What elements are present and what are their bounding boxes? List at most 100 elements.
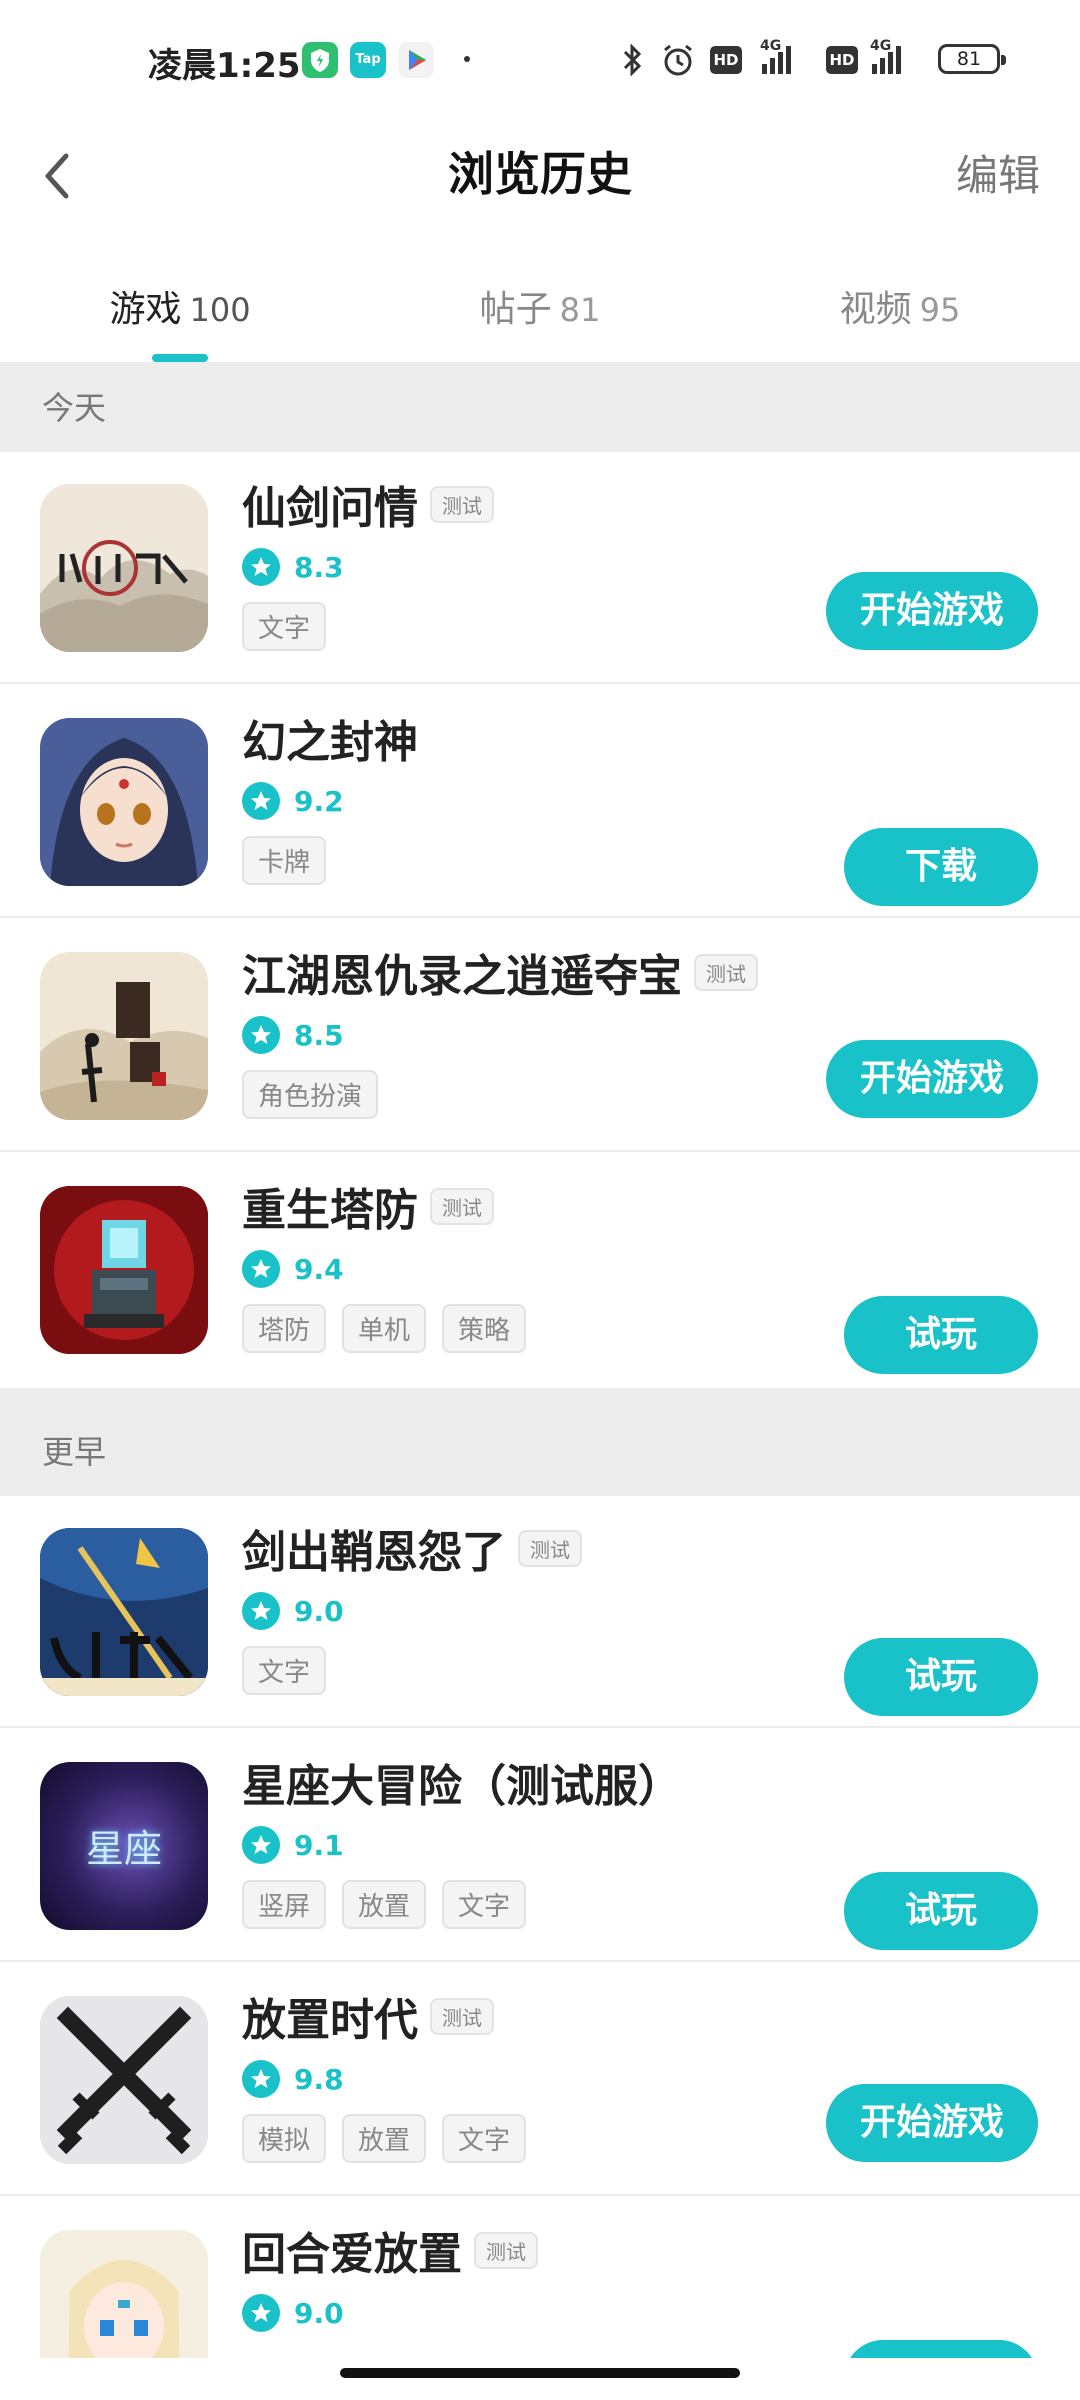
section-header-today: 今天 [0, 364, 1080, 452]
game-row[interactable]: 江湖恩仇录之逍遥夺宝 测试 8.5 角色扮演 开始游戏 [0, 920, 1080, 1152]
game-thumbnail [40, 1996, 208, 2164]
section-header-earlier: 更早 [0, 1388, 1080, 1496]
tab-label: 视频 [839, 289, 912, 330]
game-name: 重生塔防 [242, 1185, 418, 1236]
tab-bar: 游戏 100 帖子 81 视频 95 [0, 250, 1080, 364]
hd-icon: HD [710, 46, 742, 74]
star-icon [242, 1592, 280, 1630]
try-play-button[interactable]: 试玩 [844, 1296, 1038, 1374]
notification-dot [464, 56, 470, 62]
genre-tag[interactable]: 塔防 [242, 1304, 327, 1353]
game-thumbnail [40, 1186, 208, 1354]
tab-label: 游戏 [109, 289, 182, 330]
rating-score: 9.2 [294, 784, 344, 818]
genre-tag[interactable]: 角色扮演 [242, 1070, 379, 1119]
crossed-swords-icon [40, 1996, 208, 2164]
game-thumbnail: 星座 [40, 1762, 208, 1930]
active-tab-indicator [152, 354, 208, 362]
taptap-app-icon: Tap [350, 42, 386, 78]
edit-button[interactable]: 编辑 [956, 142, 1040, 203]
rating-score: 8.3 [294, 550, 344, 584]
game-thumbnail [40, 952, 208, 1120]
game-name: 剑出鞘恩怨了 [242, 1527, 506, 1578]
status-bar: 凌晨1:25 Tap HD 4G HD 4G 81 [0, 0, 1080, 120]
star-icon [242, 1826, 280, 1864]
star-icon [242, 1250, 280, 1288]
game-name: 放置时代 [242, 1995, 418, 2046]
game-row[interactable]: 幻之封神 9.2 卡牌 下载 [0, 686, 1080, 918]
test-badge: 测试 [518, 1529, 582, 1567]
tab-games[interactable]: 游戏 100 [0, 280, 360, 332]
game-row[interactable]: 重生塔防 测试 9.4 塔防 单机 策略 试玩 [0, 1154, 1080, 1386]
tab-videos[interactable]: 视频 95 [720, 280, 1080, 332]
game-thumbnail [40, 484, 208, 652]
star-icon [242, 2294, 280, 2332]
start-game-button[interactable]: 开始游戏 [826, 2084, 1038, 2162]
start-game-button[interactable]: 开始游戏 [826, 1040, 1038, 1118]
tab-label: 帖子 [479, 289, 552, 330]
battery-icon: 81 [938, 44, 1006, 74]
shield-app-icon [302, 42, 338, 78]
game-row[interactable]: 剑出鞘恩怨了 测试 9.0 文字 试玩 [0, 1496, 1080, 1728]
test-badge: 测试 [430, 1997, 494, 2035]
signal-icon-2 [872, 44, 901, 74]
genre-tag[interactable]: 文字 [442, 1880, 527, 1929]
game-thumbnail [40, 718, 208, 886]
genre-tag[interactable]: 单机 [342, 1304, 427, 1353]
game-thumbnail [40, 2230, 208, 2358]
genre-tag[interactable]: 文字 [242, 1646, 327, 1695]
genre-tag[interactable]: 放置 [342, 1880, 427, 1929]
status-time: 凌晨1:25 [148, 46, 301, 86]
star-icon [242, 2060, 280, 2098]
star-icon [242, 1016, 280, 1054]
genre-tag[interactable]: 卡牌 [242, 836, 327, 885]
genre-tag[interactable]: 文字 [442, 2114, 527, 2163]
game-name: 江湖恩仇录之逍遥夺宝 [242, 951, 682, 1002]
game-name: 幻之封神 [242, 717, 418, 768]
header: 浏览历史 编辑 [0, 120, 1080, 230]
rating-score: 9.8 [294, 2062, 344, 2096]
tab-count: 100 [189, 291, 251, 329]
page-title: 浏览历史 [448, 147, 632, 201]
rating-score: 9.1 [294, 1828, 344, 1862]
rating-score: 9.0 [294, 2296, 344, 2330]
test-badge: 测试 [430, 1187, 494, 1225]
tab-posts[interactable]: 帖子 81 [360, 280, 720, 332]
signal-icon [762, 44, 791, 74]
nav-bar-area [0, 2358, 1080, 2400]
try-play-button[interactable]: 试玩 [844, 1872, 1038, 1950]
alarm-icon [660, 40, 696, 80]
genre-tag[interactable]: 文字 [242, 602, 327, 651]
game-row[interactable]: 仙剑问情 测试 8.3 文字 开始游戏 [0, 452, 1080, 684]
game-name: 回合爱放置 [242, 2229, 462, 2280]
try-play-button[interactable]: 试玩 [844, 1638, 1038, 1716]
star-icon [242, 548, 280, 586]
start-game-button[interactable]: 开始游戏 [826, 572, 1038, 650]
home-indicator[interactable] [340, 2368, 740, 2378]
bluetooth-icon [620, 40, 644, 80]
genre-tag[interactable]: 竖屏 [242, 1880, 327, 1929]
try-play-button[interactable]: 试玩 [844, 2340, 1038, 2358]
test-badge: 测试 [430, 485, 494, 523]
game-row[interactable]: 放置时代 测试 9.8 模拟 放置 文字 开始游戏 [0, 1964, 1080, 2196]
tab-count: 81 [559, 291, 601, 329]
game-name: 仙剑问情 [242, 483, 418, 534]
test-badge: 测试 [694, 953, 758, 991]
genre-tag[interactable]: 模拟 [242, 2114, 327, 2163]
download-button[interactable]: 下载 [844, 828, 1038, 906]
play-store-icon [398, 42, 434, 78]
game-thumbnail [40, 1528, 208, 1696]
game-row[interactable]: 回合爱放置 测试 9.0 试玩 [0, 2198, 1080, 2358]
rating-score: 9.0 [294, 1594, 344, 1628]
rating-score: 9.4 [294, 1252, 344, 1286]
game-row[interactable]: 星座 星座大冒险（测试服） 9.1 竖屏 放置 文字 试玩 [0, 1730, 1080, 1962]
genre-tag[interactable]: 策略 [442, 1304, 527, 1353]
hd-icon-2: HD [826, 46, 858, 74]
game-name: 星座大冒险（测试服） [242, 1761, 682, 1812]
thumbnail-text: 星座 [85, 1827, 162, 1871]
star-icon [242, 782, 280, 820]
genre-tag[interactable]: 放置 [342, 2114, 427, 2163]
tab-count: 95 [919, 291, 961, 329]
test-badge: 测试 [474, 2231, 538, 2269]
rating-score: 8.5 [294, 1018, 344, 1052]
